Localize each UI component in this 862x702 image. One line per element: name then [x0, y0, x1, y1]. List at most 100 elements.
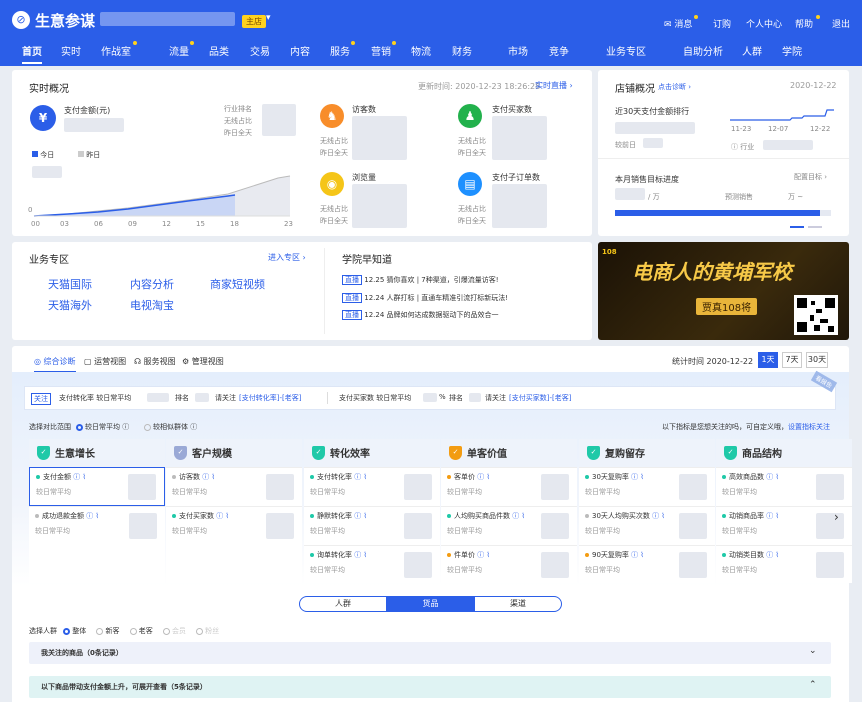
nav-competition[interactable]: 竞争 [549, 43, 569, 58]
alert-value-redacted [147, 393, 169, 402]
carousel-dot[interactable] [808, 226, 822, 228]
help-link[interactable]: 帮助 [795, 15, 820, 30]
trend-icon[interactable]: ⓘ ⌇ [352, 512, 367, 520]
nav-home[interactable]: 首页 [22, 43, 42, 64]
biz-link-tmall-overseas[interactable]: 天猫海外 [48, 297, 92, 313]
metric-cell[interactable]: 动销商品率 ⓘ ⌇ 较日常平均 [716, 506, 852, 545]
trend-icon[interactable]: ⓘ ⌇ [352, 473, 367, 481]
enter-zone-link[interactable]: 进入专区 › [268, 252, 306, 263]
seg-tab-crowd[interactable]: 人群 [299, 596, 387, 612]
status-dot [310, 514, 314, 518]
academy-item[interactable]: 直播 12.25 猜你喜欢 | 7种渠道，引爆流量访客! [342, 275, 499, 285]
metric-cell[interactable]: 静默转化率 ⓘ ⌇ 较日常平均 [304, 506, 440, 545]
nav-business-zone[interactable]: 业务专区 [606, 43, 646, 58]
biz-link-short-video[interactable]: 商家短视频 [210, 276, 265, 292]
message-link[interactable]: ✉ 消息 [664, 15, 698, 30]
metric-cell[interactable]: 人均购买商品件数 ⓘ ⌇ 较日常平均 [441, 506, 577, 545]
realtime-live-link[interactable]: 实时直播 › [535, 80, 573, 91]
set-metric-link[interactable]: 设置指标关注 [788, 423, 830, 431]
subscribe-link[interactable]: 订购 [713, 17, 731, 30]
status-dot [447, 475, 451, 479]
nav-category[interactable]: 品类 [209, 43, 229, 58]
nav-content[interactable]: 内容 [290, 43, 310, 58]
crowd-label: 选择人群 [29, 627, 57, 635]
chevron-down-icon[interactable]: ⌄ [809, 646, 817, 656]
crowd-opt-all[interactable]: 整体 [63, 627, 86, 635]
biz-link-tv-taobao[interactable]: 电视淘宝 [130, 297, 174, 313]
nav-war-room[interactable]: 作战室 [101, 41, 137, 58]
trend-icon[interactable]: ⓘ ⌇ [764, 512, 779, 520]
nav-trade[interactable]: 交易 [250, 43, 270, 58]
carousel-dot-active[interactable] [790, 226, 804, 228]
tab-operation-view[interactable]: ▢ 运营视图 [84, 356, 126, 367]
trend-icon[interactable]: ⓘ ⌇ [510, 512, 525, 520]
trend-icon[interactable]: ⓘ ⌇ [214, 512, 229, 520]
compare-opt-similar[interactable]: 较相似群体 ⓘ [144, 422, 197, 432]
columns-next-arrow-icon[interactable]: › [834, 510, 839, 524]
nav-self-analysis[interactable]: 自助分析 [683, 43, 723, 58]
biz-link-content-analysis[interactable]: 内容分析 [130, 276, 174, 292]
metric-cell[interactable]: 30天复购率 ⓘ ⌇ 较日常平均 [579, 467, 715, 506]
crowd-opt-old[interactable]: 老客 [129, 627, 153, 635]
nav-realtime[interactable]: 实时 [61, 43, 81, 58]
metric-cell[interactable]: 询单转化率 ⓘ ⌇ 较日常平均 [304, 545, 440, 584]
metric-cell[interactable]: 访客数 ⓘ ⌇ 较日常平均 [166, 467, 302, 506]
period-30day[interactable]: 30天 [806, 352, 828, 368]
trend-icon[interactable]: ⓘ ⌇ [629, 473, 644, 481]
trend-icon[interactable]: ⓘ ⌇ [200, 473, 215, 481]
nav-academy[interactable]: 学院 [782, 43, 802, 58]
metric-value-redacted [679, 513, 707, 539]
metric-cell[interactable]: 支付金额 ⓘ ⌇ 较日常平均 [29, 467, 165, 506]
nav-traffic[interactable]: 流量 [169, 41, 194, 58]
period-7day[interactable]: 7天 [782, 352, 802, 368]
tab-overall-diagnosis[interactable]: ◎ 综合诊断 [34, 356, 76, 373]
seg-tab-goods[interactable]: 货品 [387, 596, 474, 612]
metric-cell[interactable]: 动销类目数 ⓘ ⌇ 较日常平均 [716, 545, 852, 584]
trend-icon[interactable]: ⓘ ⌇ [764, 473, 779, 481]
academy-item[interactable]: 直播 12.24 人群打标 | 直通车精准引流打标新玩法! [342, 293, 508, 303]
chevron-up-icon[interactable]: ⌃ [809, 680, 817, 690]
tab-manage-view[interactable]: ⚙ 管理视图 [182, 356, 224, 367]
trend-icon[interactable]: ⓘ ⌇ [650, 512, 665, 520]
metric-cell[interactable]: 30天人均购买次数 ⓘ ⌇ 较日常平均 [579, 506, 715, 545]
nav-service[interactable]: 服务 [330, 41, 355, 58]
nav-market[interactable]: 市场 [508, 43, 528, 58]
trend-icon[interactable]: ⓘ ⌇ [71, 473, 86, 481]
compare-opt-daily[interactable]: 较日常平均 ⓘ [76, 422, 129, 432]
trend-icon[interactable]: ⓘ ⌇ [352, 551, 367, 559]
trend-icon[interactable]: ⓘ ⌇ [475, 551, 490, 559]
nav-marketing[interactable]: 营销 [371, 41, 396, 58]
metric-cell[interactable]: 成功退款金额 ⓘ ⌇ 较日常平均 [29, 506, 165, 545]
config-target-link[interactable]: 配置目标 › [794, 172, 827, 182]
nav-crowd[interactable]: 人群 [742, 43, 762, 58]
alert-link-conversion[interactable]: [支付转化率]-[老客] [239, 393, 301, 403]
rising-goods-accordion[interactable]: 以下商品带动支付金额上升，可展开查看（5条记录） ⌃ [29, 676, 831, 698]
shop-diagnose-link[interactable]: 点击诊断 › [658, 82, 691, 92]
metric-cell[interactable]: 90天复购率 ⓘ ⌇ 较日常平均 [579, 545, 715, 584]
academy-item[interactable]: 直播 12.24 品牌如何达成数据驱动下的品效合一 [342, 310, 499, 320]
crowd-opt-new[interactable]: 新客 [96, 627, 119, 635]
trend-icon[interactable]: ⓘ ⌇ [84, 512, 99, 520]
tab-service-view[interactable]: ☊ 服务视图 [134, 356, 176, 367]
metric-cell[interactable]: 高效商品数 ⓘ ⌇ 较日常平均 [716, 467, 852, 506]
biz-link-tmall-intl[interactable]: 天猫国际 [48, 276, 92, 292]
metric-cell[interactable]: 客单价 ⓘ ⌇ 较日常平均 [441, 467, 577, 506]
trend-icon[interactable]: ⓘ ⌇ [629, 551, 644, 559]
trend-icon[interactable]: ⓘ ⌇ [764, 551, 779, 559]
shield-icon: ✓ [174, 446, 187, 460]
logout-link[interactable]: 退出 [832, 17, 850, 30]
followed-goods-accordion[interactable]: 我关注的商品（0条记录） ⌄ [29, 642, 831, 664]
academy-banner[interactable]: 108 电商人的黄埔军校 贾真108将 [598, 242, 849, 340]
metric-cell[interactable]: 支付买家数 ⓘ ⌇ 较日常平均 [166, 506, 302, 545]
seg-tab-channel[interactable]: 渠道 [474, 596, 562, 612]
metric-cell[interactable]: 件单价 ⓘ ⌇ 较日常平均 [441, 545, 577, 584]
period-1day[interactable]: 1天 [758, 352, 778, 368]
shop-switch-chevron-icon[interactable]: ▾ [266, 13, 271, 23]
personal-center-link[interactable]: 个人中心 [746, 17, 782, 30]
nav-logistics[interactable]: 物流 [411, 43, 431, 58]
alert-link-buyers[interactable]: [支付买家数]-[老客] [509, 393, 571, 403]
business-zone-card: 业务专区 进入专区 › 天猫国际 内容分析 商家短视频 天猫海外 电视淘宝 学院… [12, 242, 592, 340]
trend-icon[interactable]: ⓘ ⌇ [475, 473, 490, 481]
metric-cell[interactable]: 支付转化率 ⓘ ⌇ 较日常平均 [304, 467, 440, 506]
nav-finance[interactable]: 财务 [452, 43, 472, 58]
